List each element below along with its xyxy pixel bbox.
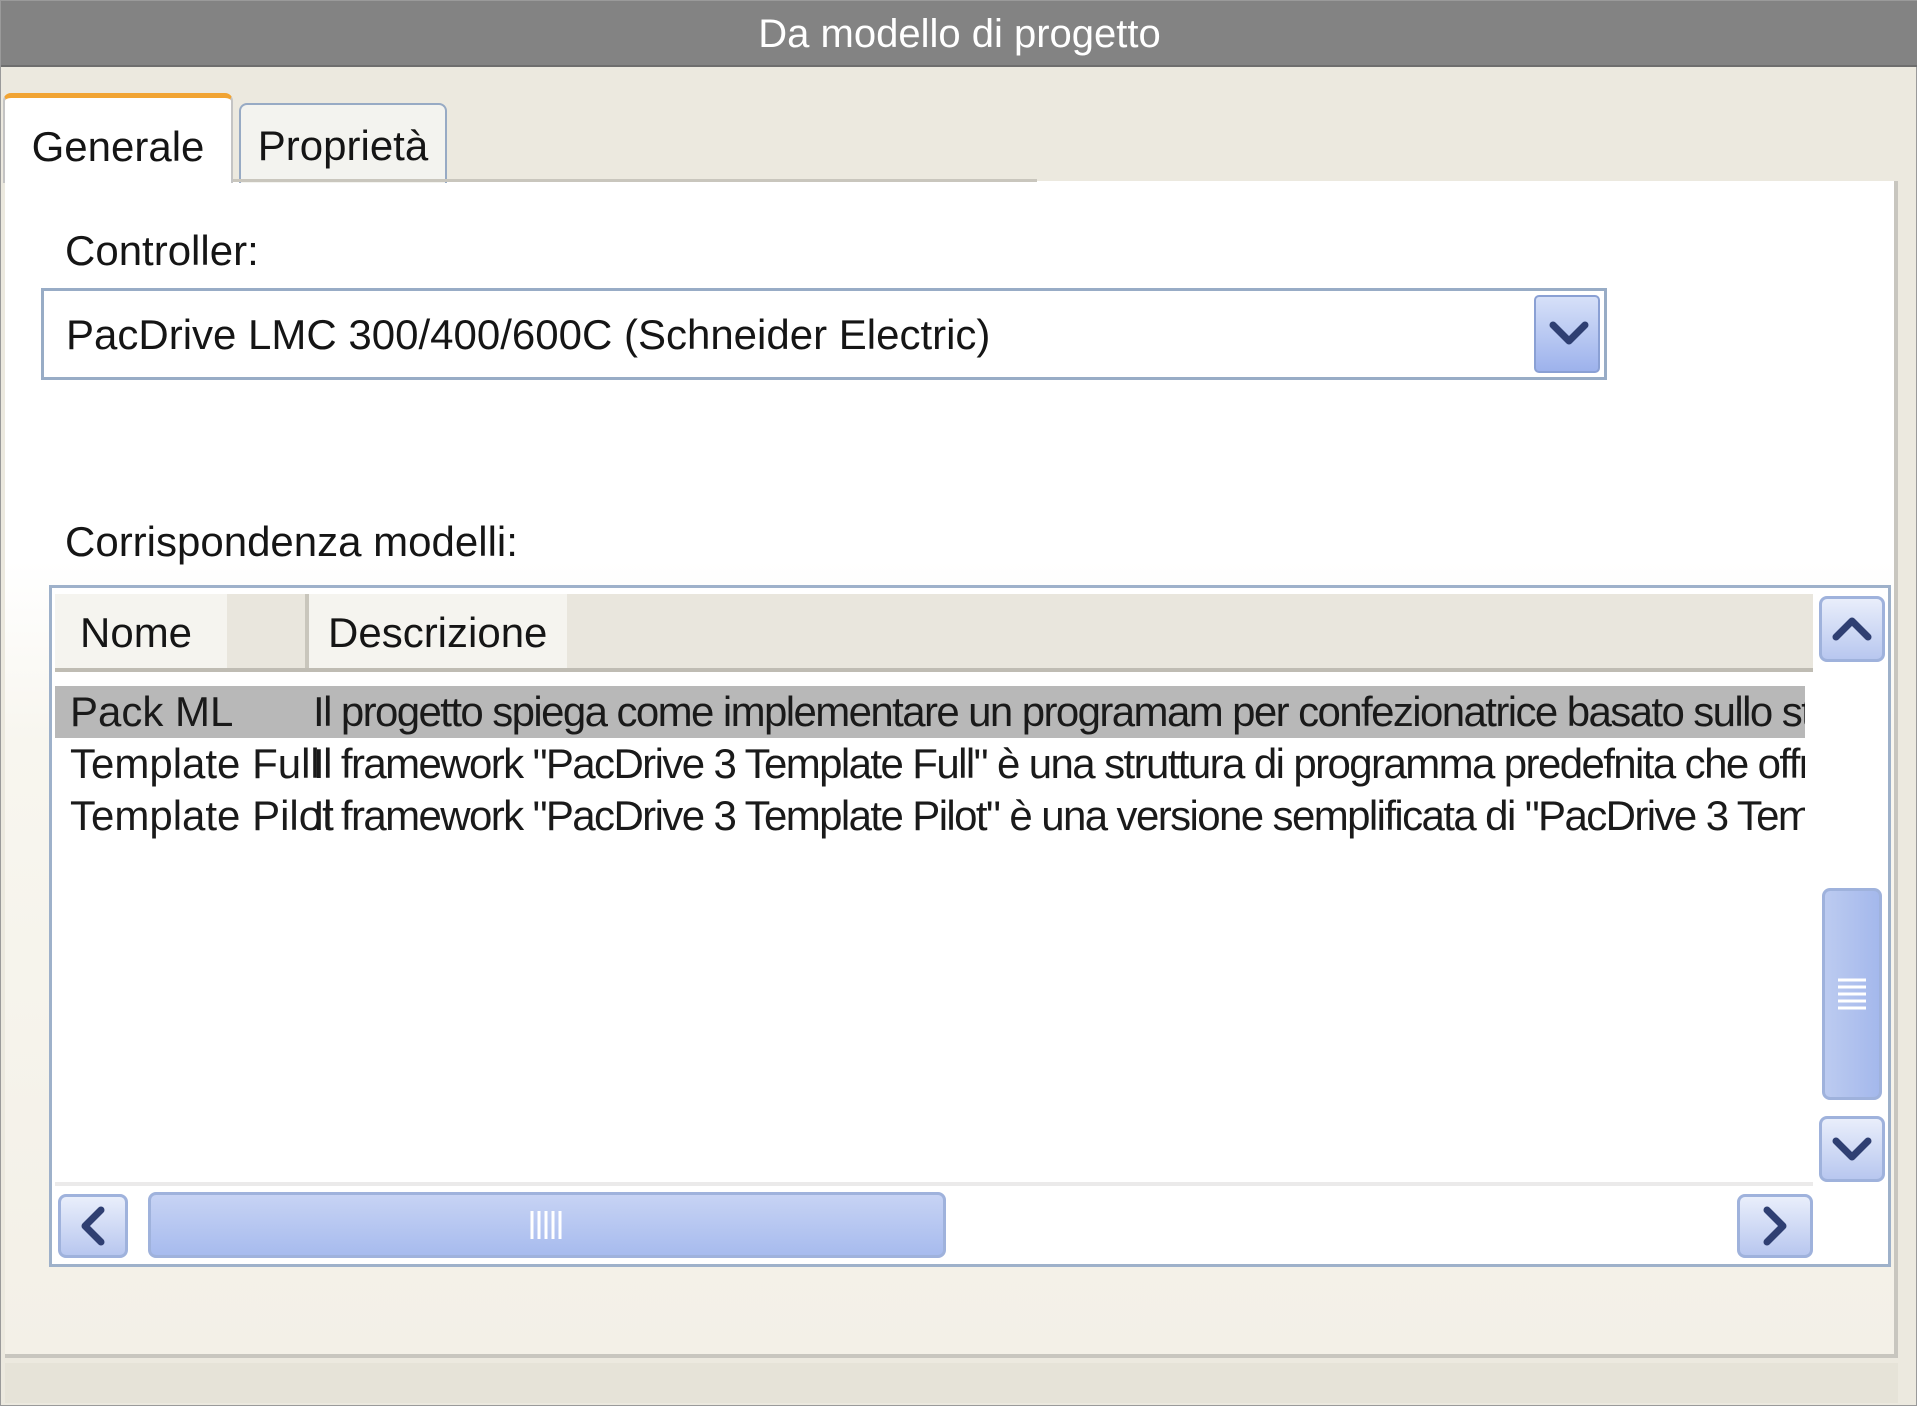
templates-table: Nome Descrizione Pack ML Il progetto spi… [49,585,1891,1267]
tab-generale[interactable]: Generale [3,93,233,183]
column-header-nome[interactable]: Nome [55,594,227,668]
table-header: Nome Descrizione [55,594,1813,672]
tab-proprieta-label: Proprietà [257,122,429,169]
horizontal-scrollbar-thumb[interactable] [148,1192,946,1258]
row-name: Template Full [70,740,320,787]
tab-proprieta[interactable]: Proprietà [239,103,447,183]
column-header-descrizione[interactable]: Descrizione [309,594,567,668]
scroll-right-button[interactable] [1737,1194,1813,1258]
table-row-template-pilot[interactable]: Template Pilot Il framework "PacDrive 3 … [55,790,1805,842]
tab-generale-label: Generale [31,123,205,170]
table-row-template-full[interactable]: Template Full Il framework "PacDrive 3 T… [55,738,1805,790]
dialog-window: Da modello di progetto Generale Propriet… [0,0,1917,1406]
grip-icon [1838,978,1866,1010]
scroll-down-button[interactable] [1819,1116,1885,1182]
title-bar: Da modello di progetto [1,1,1917,67]
row-description: Il framework "PacDrive 3 Template Pilot"… [313,792,1805,839]
controller-select[interactable]: PacDrive LMC 300/400/600C (Schneider Ele… [41,288,1607,380]
controller-dropdown-button[interactable] [1534,295,1600,373]
row-description: Il framework "PacDrive 3 Template Full" … [313,740,1805,787]
controller-select-value: PacDrive LMC 300/400/600C (Schneider Ele… [66,311,991,358]
chevron-down-icon [1549,321,1589,345]
row-description: Il progetto spiega come implementare un … [313,688,1805,735]
vertical-scrollbar-thumb[interactable] [1822,888,1882,1100]
dialog-footer [5,1363,1898,1403]
chevron-left-icon [81,1206,105,1246]
chevron-up-icon [1832,617,1872,641]
grip-icon [530,1211,562,1239]
templates-label: Corrispondenza modelli: [65,518,518,565]
table-row-pack-ml[interactable]: Pack ML Il progetto spiega come implemen… [55,686,1805,738]
scroll-up-button[interactable] [1819,596,1885,662]
controller-label: Controller: [65,227,259,274]
tab-strip-divider [225,179,1037,182]
chevron-right-icon [1763,1206,1787,1246]
row-name: Template Pilot [70,792,334,839]
window-title: Da modello di progetto [758,12,1161,56]
chevron-down-icon [1832,1137,1872,1161]
scroll-left-button[interactable] [58,1194,128,1258]
horizontal-scrollbar-track[interactable] [55,1182,1813,1186]
row-name: Pack ML [70,688,234,735]
